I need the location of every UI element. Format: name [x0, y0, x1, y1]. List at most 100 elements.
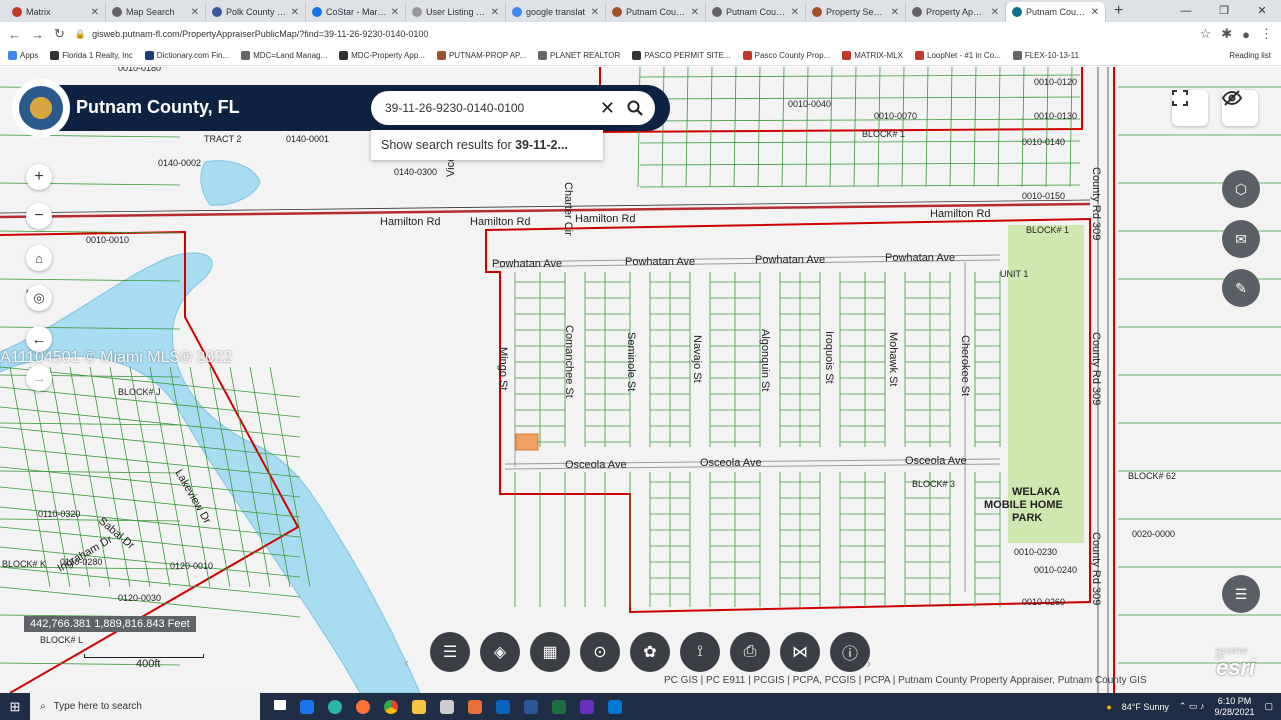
measure-icon[interactable]: ⟟ — [680, 632, 720, 672]
photos-icon[interactable] — [608, 699, 622, 714]
toolbar-prev-icon[interactable]: ‹ — [404, 655, 409, 673]
search-suggestion[interactable]: Show search results for 39-11-2... — [371, 130, 603, 160]
tab-close-icon[interactable]: ✕ — [391, 7, 399, 18]
tab-close-icon[interactable]: ✕ — [891, 7, 899, 18]
word-icon[interactable] — [524, 699, 538, 714]
info-icon[interactable]: ⓘ — [830, 632, 870, 672]
tray-icons[interactable]: ⌃ ▭ ♪ — [1179, 701, 1205, 712]
firefox-icon[interactable] — [356, 699, 370, 714]
bookmark-item[interactable]: FLEX-10-13-11 — [1012, 51, 1079, 60]
chat-icon[interactable]: ✎ — [1222, 269, 1260, 307]
map-view[interactable]: Hamilton Rd Hamilton Rd Hamilton Rd Hamilto… — [0, 67, 1281, 693]
chrome-icon[interactable] — [384, 699, 398, 714]
browser-tab[interactable]: CoStar - Market ✕ — [306, 2, 406, 22]
list-icon[interactable]: ☰ — [430, 632, 470, 672]
extensions-icon[interactable]: ✱ — [1221, 26, 1232, 42]
bookmark-item[interactable]: LoopNet - #1 in Co... — [915, 51, 1001, 60]
bookmark-item[interactable]: Florida 1 Realty, Inc — [50, 51, 133, 60]
reading-list[interactable]: Reading list — [1229, 51, 1271, 60]
layers-icon[interactable]: ◈ — [480, 632, 520, 672]
share-icon[interactable]: ⋈ — [780, 632, 820, 672]
toolbar-next-icon[interactable]: › — [866, 655, 871, 673]
browser-tab[interactable]: Map Search ✕ — [106, 2, 206, 22]
new-tab-button[interactable]: + — [1106, 2, 1131, 22]
costar-app-icon[interactable] — [300, 699, 314, 714]
snip-icon[interactable] — [580, 699, 594, 714]
hide-panels-icon[interactable] — [1222, 90, 1258, 126]
tab-close-icon[interactable]: ✕ — [491, 7, 499, 18]
search-input[interactable] — [385, 101, 600, 115]
home-icon[interactable]: ⌂ — [26, 245, 52, 271]
parcel-info-icon[interactable]: ⬡ — [1222, 170, 1260, 208]
close-window-icon[interactable]: ✕ — [1243, 0, 1281, 22]
clear-icon[interactable]: ✕ — [600, 98, 615, 119]
menu-icon[interactable]: ⋮ — [1260, 26, 1273, 42]
browser-tab[interactable]: Putnam County ✕ — [706, 2, 806, 22]
bookmark-item[interactable]: MDC-Property App... — [339, 51, 425, 60]
tab-close-icon[interactable]: ✕ — [991, 7, 999, 18]
forward-icon[interactable]: → — [31, 27, 44, 42]
bookmark-item[interactable]: PASCO PERMIT SITE... — [632, 51, 731, 60]
tab-close-icon[interactable]: ✕ — [191, 7, 199, 18]
outlook-icon[interactable] — [496, 699, 510, 714]
locate-icon[interactable]: ⊙ — [580, 632, 620, 672]
tab-close-icon[interactable]: ✕ — [691, 7, 699, 18]
windows-start-icon[interactable]: ⊞ — [0, 699, 30, 715]
clock[interactable]: 6:10 PM 9/28/2021 — [1214, 696, 1254, 718]
address-bar: ← → ↻ 🔒 gisweb.putnam-fl.com/PropertyApp… — [0, 22, 1281, 46]
file-explorer-icon[interactable] — [412, 699, 426, 714]
bookmark-item[interactable]: PUTNAM-PROP AP... — [436, 51, 526, 60]
search-icon[interactable] — [627, 100, 643, 116]
results-list-icon[interactable]: ☰ — [1222, 575, 1260, 613]
tab-close-icon[interactable]: ✕ — [291, 7, 299, 18]
edge-browser-icon[interactable] — [328, 699, 342, 714]
browser-tab[interactable]: Putnam County ✕ — [606, 2, 706, 22]
taskbar-search[interactable]: ⌕ Type here to search — [30, 693, 260, 720]
browser-tab[interactable]: Putnam County ✕ — [1006, 2, 1106, 22]
email-icon[interactable]: ✉ — [1222, 220, 1260, 258]
bookmark-item[interactable]: PLANET REALTOR — [538, 51, 620, 60]
reload-icon[interactable]: ↻ — [54, 26, 65, 42]
profile-avatar[interactable]: ● — [1242, 27, 1250, 42]
app-icon[interactable] — [468, 699, 482, 714]
parcel-label: 0010-0070 — [874, 111, 917, 121]
browser-tab[interactable]: Property Search ✕ — [806, 2, 906, 22]
zoom-in-button[interactable]: + — [26, 164, 52, 190]
next-extent-icon[interactable]: → — [26, 365, 52, 391]
bookmark-item[interactable]: MDC=Land Manag... — [241, 51, 327, 60]
bookmark-item[interactable]: Dictionary.com Fin... — [144, 51, 230, 60]
bookmark-star-icon[interactable]: ☆ — [1200, 26, 1212, 42]
bookmark-item[interactable]: Apps — [8, 51, 38, 60]
print-icon[interactable]: ⎙ — [730, 632, 770, 672]
street-label: Seminole St — [625, 332, 637, 391]
maximize-icon[interactable]: ❐ — [1205, 0, 1243, 22]
browser-tab[interactable]: Matrix ✕ — [6, 2, 106, 22]
bookmark-item[interactable]: MATRIX-MLX — [842, 51, 903, 60]
browser-tab[interactable]: Property Apprai ✕ — [906, 2, 1006, 22]
window-controls: — ❐ ✕ — [1167, 0, 1281, 22]
locate-me-icon[interactable]: ◎ — [26, 285, 52, 311]
browser-tab[interactable]: google translat ✕ — [506, 2, 606, 22]
task-view-icon[interactable] — [274, 699, 286, 710]
bookmark-item[interactable]: Pasco County Prop... — [742, 51, 830, 60]
tab-close-icon[interactable]: ✕ — [791, 7, 799, 18]
esri-powered-label: POWERED BY — [1216, 649, 1248, 661]
bookmark-label: MDC-Property App... — [351, 51, 425, 60]
browser-tab[interactable]: Polk County Pro ✕ — [206, 2, 306, 22]
store-icon[interactable] — [440, 699, 454, 714]
palette-icon[interactable]: ✿ — [630, 632, 670, 672]
excel-icon[interactable] — [552, 699, 566, 714]
tab-close-icon[interactable]: ✕ — [91, 7, 99, 18]
tab-close-icon[interactable]: ✕ — [1091, 7, 1099, 18]
bookmark-label: Dictionary.com Fin... — [156, 51, 230, 60]
bookmark-favicon-icon — [8, 51, 17, 60]
grid-icon[interactable]: ▦ — [530, 632, 570, 672]
zoom-out-button[interactable]: − — [26, 203, 52, 229]
fullscreen-icon[interactable] — [1172, 90, 1208, 126]
back-icon[interactable]: ← — [8, 27, 21, 42]
notifications-icon[interactable]: ▢ — [1264, 701, 1273, 712]
minimize-icon[interactable]: — — [1167, 0, 1205, 22]
url-field[interactable]: 🔒 gisweb.putnam-fl.com/PropertyAppraiser… — [75, 25, 1190, 43]
tab-close-icon[interactable]: ✕ — [591, 7, 599, 18]
browser-tab[interactable]: User Listing - To ✕ — [406, 2, 506, 22]
